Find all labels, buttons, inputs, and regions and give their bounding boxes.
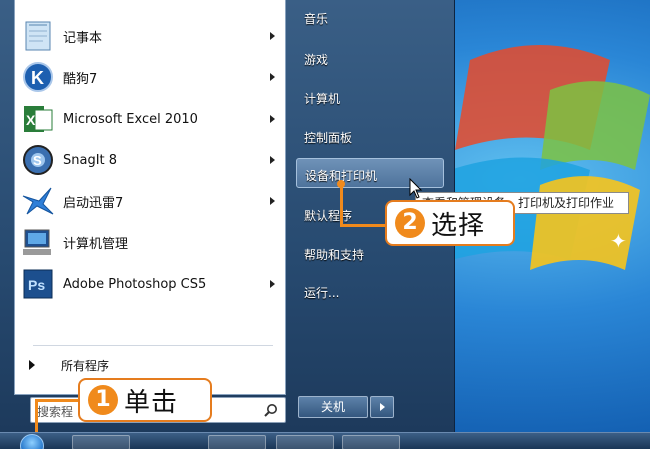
callout-leader-line xyxy=(36,399,80,402)
program-label: Microsoft Excel 2010 xyxy=(63,111,198,127)
taskbar-button[interactable] xyxy=(342,435,400,449)
step-text: 单击 xyxy=(124,387,179,418)
taskbar-button[interactable] xyxy=(72,435,130,449)
callout-leader-line xyxy=(340,224,386,227)
svg-text:Ps: Ps xyxy=(28,277,45,293)
all-programs-label: 所有程序 xyxy=(61,359,110,373)
program-label: 计算机管理 xyxy=(63,236,129,252)
all-programs-button[interactable]: 所有程序 xyxy=(15,352,285,378)
chevron-right-icon xyxy=(380,403,385,411)
photoshop-icon: Ps xyxy=(23,269,53,299)
right-item-label: 默认程序 xyxy=(304,209,353,223)
snagit-icon: S xyxy=(23,145,53,175)
step-text: 选择 xyxy=(431,210,486,241)
kugou-icon: K xyxy=(23,62,53,92)
program-item-computer-management[interactable]: 计算机管理 xyxy=(15,222,285,262)
callout-dot xyxy=(337,180,345,188)
submenu-arrow-icon[interactable] xyxy=(270,115,275,123)
right-item-label: 控制面板 xyxy=(304,131,353,145)
notepad-icon xyxy=(25,21,51,51)
program-label: 启动迅雷7 xyxy=(63,195,124,211)
program-item-excel[interactable]: X Microsoft Excel 2010 xyxy=(15,99,285,139)
submenu-arrow-icon[interactable] xyxy=(270,73,275,81)
step-number: 1 xyxy=(88,385,118,415)
right-item-label: 帮助和支持 xyxy=(304,248,365,262)
callout-step-2: 2 选择 xyxy=(385,200,515,246)
taskbar-button[interactable] xyxy=(276,435,334,449)
callout-leader-line xyxy=(340,184,343,226)
program-label: SnagIt 8 xyxy=(63,152,118,168)
svg-text:✦: ✦ xyxy=(610,229,627,253)
program-item-kugou[interactable]: K 酷狗7 xyxy=(15,57,285,97)
right-item-control-panel[interactable]: 控制面板 xyxy=(296,121,444,151)
callout-step-1: 1 单击 xyxy=(78,378,212,422)
submenu-arrow-icon[interactable] xyxy=(270,32,275,40)
submenu-arrow-icon[interactable] xyxy=(270,280,275,288)
program-list: 记事本 K 酷狗7 X Microsoft Excel 2010 S SnagI… xyxy=(14,0,286,395)
svg-text:X: X xyxy=(26,112,36,128)
thunder-icon xyxy=(22,187,54,215)
step-number: 2 xyxy=(395,208,425,238)
computer-management-icon xyxy=(23,229,51,255)
program-label: Adobe Photoshop CS5 xyxy=(63,276,207,292)
right-item-music[interactable]: 音乐 xyxy=(296,2,444,32)
taskbar-button[interactable] xyxy=(208,435,266,449)
right-item-run[interactable]: 运行... xyxy=(296,276,444,306)
taskbar xyxy=(0,432,650,449)
right-item-computer[interactable]: 计算机 xyxy=(296,82,444,112)
excel-icon: X xyxy=(24,106,53,132)
right-item-label: 音乐 xyxy=(304,12,329,26)
expand-arrow-icon xyxy=(29,360,35,370)
search-icon[interactable] xyxy=(263,403,279,419)
divider xyxy=(33,345,273,346)
right-item-label: 游戏 xyxy=(304,53,329,67)
mouse-cursor-icon xyxy=(409,178,423,199)
svg-text:K: K xyxy=(31,68,44,88)
program-label: 记事本 xyxy=(63,30,103,46)
windows-logo-wallpaper: ✦ xyxy=(435,45,650,270)
program-item-snagit[interactable]: S SnagIt 8 xyxy=(15,140,285,180)
right-item-label: 运行... xyxy=(304,286,340,300)
svg-text:S: S xyxy=(33,153,42,168)
program-item-photoshop[interactable]: Ps Adobe Photoshop CS5 xyxy=(15,264,285,304)
submenu-arrow-icon[interactable] xyxy=(270,156,275,164)
shutdown-button[interactable]: 关机 xyxy=(298,396,368,418)
shutdown-options-button[interactable] xyxy=(370,396,394,418)
program-item-thunder[interactable]: 启动迅雷7 xyxy=(15,181,285,221)
right-item-games[interactable]: 游戏 xyxy=(296,43,444,73)
submenu-arrow-icon[interactable] xyxy=(270,197,275,205)
program-label: 酷狗7 xyxy=(63,71,98,87)
program-item-notepad[interactable]: 记事本 xyxy=(15,16,285,56)
right-item-label: 计算机 xyxy=(304,92,341,106)
